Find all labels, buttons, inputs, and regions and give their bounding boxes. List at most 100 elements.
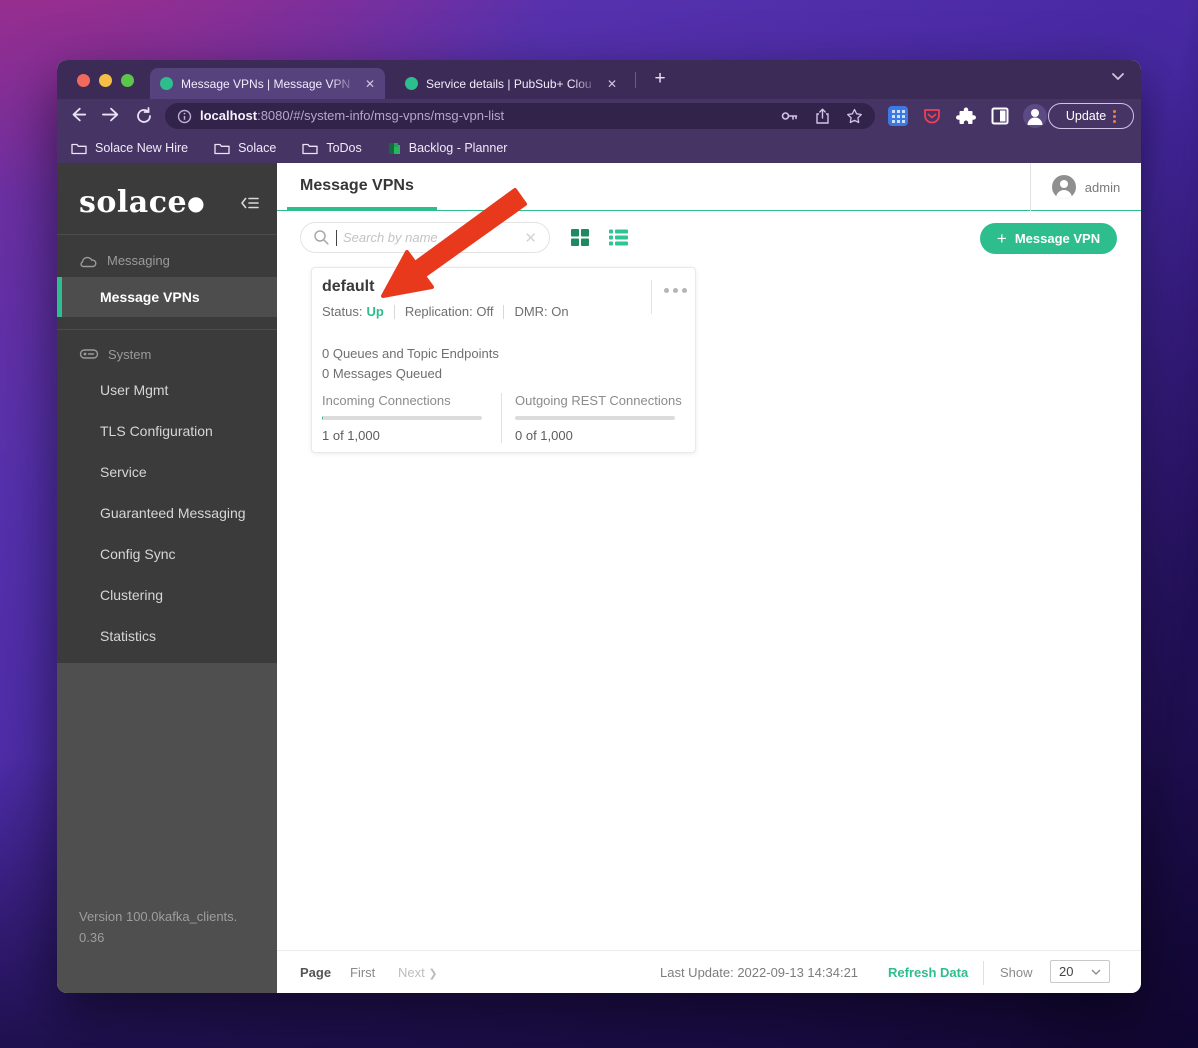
outgoing-rest-connections-bar <box>515 416 675 420</box>
forward-icon[interactable] <box>102 106 121 125</box>
active-tab-indicator <box>287 207 437 210</box>
sidebar-section-messaging: Messaging <box>79 253 170 268</box>
sidebar-item-message-vpns[interactable]: Message VPNs <box>57 277 277 317</box>
first-page-button[interactable]: First <box>350 965 375 980</box>
new-tab-button[interactable]: + <box>647 66 673 92</box>
browser-toolbar: localhost:8080/#/system-info/msg-vpns/ms… <box>57 99 1141 133</box>
extensions-puzzle-icon[interactable] <box>955 105 977 127</box>
site-info-icon[interactable] <box>177 109 192 124</box>
zoom-window-button[interactable] <box>121 74 134 87</box>
update-label: Update <box>1065 109 1107 123</box>
sidebar-section-system: System <box>79 345 151 363</box>
cloud-icon <box>80 256 97 267</box>
system-icon <box>79 349 99 359</box>
solace-logo: solace● <box>79 185 206 220</box>
list-view-icon[interactable] <box>608 228 629 247</box>
tab-divider <box>635 72 636 88</box>
dark-reader-extension-icon[interactable] <box>989 105 1011 127</box>
tab-strip: Message VPNs | Message VPN ✕ Service det… <box>57 60 1141 99</box>
search-box[interactable]: ✕ <box>300 222 550 253</box>
folder-icon <box>214 143 230 154</box>
bookmark-folder-solace[interactable]: Solace <box>214 141 276 155</box>
share-icon[interactable] <box>815 108 830 125</box>
app-sidebar: solace● Messaging Message VPNs System Us… <box>57 163 277 993</box>
vpn-status-row: Status: Up Replication: Off DMR: On <box>322 304 569 319</box>
search-input[interactable] <box>343 230 519 245</box>
minimize-window-button[interactable] <box>99 74 112 87</box>
planner-icon <box>388 142 400 154</box>
sidebar-item-guaranteed-messaging[interactable]: Guaranteed Messaging <box>57 493 277 533</box>
clear-search-icon[interactable]: ✕ <box>524 229 537 247</box>
main-content: Message VPNs admin ✕ <box>277 163 1141 993</box>
tab-service-details[interactable]: Service details | PubSub+ Clou ✕ <box>395 68 627 99</box>
page-label: Page <box>300 965 332 980</box>
tab-favicon <box>160 77 173 90</box>
messages-summary: 0 Messages Queued <box>322 366 442 381</box>
tab-favicon <box>405 77 418 90</box>
desktop: Message VPNs | Message VPN ✕ Service det… <box>0 0 1198 1048</box>
sidebar-item-config-sync[interactable]: Config Sync <box>57 534 277 574</box>
bookmark-folder-solace-new-hire[interactable]: Solace New Hire <box>71 141 188 155</box>
tab-close-icon[interactable]: ✕ <box>607 77 617 91</box>
footer-divider <box>983 961 984 985</box>
vpn-card-default[interactable]: default Status: Up Replication: Off DMR: … <box>311 267 696 453</box>
page-title: Message VPNs <box>300 177 414 194</box>
sidebar-collapse-icon[interactable] <box>239 194 261 212</box>
show-label: Show <box>1000 965 1033 980</box>
create-message-vpn-button[interactable]: + Message VPN <box>980 223 1117 254</box>
page-header: Message VPNs admin <box>277 163 1141 211</box>
browser-menu-icon[interactable] <box>1113 109 1117 123</box>
username: admin <box>1084 179 1121 195</box>
card-options-menu-icon[interactable] <box>651 280 687 314</box>
vpn-name[interactable]: default <box>322 278 374 296</box>
text-caret <box>336 229 337 246</box>
browser-window: Message VPNs | Message VPN ✕ Service det… <box>57 60 1141 993</box>
pagination-footer: Page First Next ❯ Last Update: 2022-09-1… <box>277 950 1141 993</box>
page-size-select[interactable]: 20 <box>1050 960 1110 983</box>
select-chevron-icon <box>1091 969 1101 975</box>
user-avatar-icon <box>1051 175 1076 199</box>
bookmark-folder-todos[interactable]: ToDos <box>302 141 362 155</box>
next-page-button[interactable]: Next ❯ <box>398 965 438 980</box>
back-icon[interactable] <box>69 106 88 125</box>
plus-icon: + <box>996 228 1007 248</box>
tab-title: Message VPNs | Message VPN <box>181 76 351 91</box>
browser-profile-avatar[interactable] <box>1023 104 1047 128</box>
bookmark-star-icon[interactable] <box>846 108 863 124</box>
status-value: Up <box>366 304 384 319</box>
replication-value: Replication: Off <box>404 304 494 319</box>
tab-message-vpns[interactable]: Message VPNs | Message VPN ✕ <box>150 68 385 99</box>
folder-icon <box>302 143 318 154</box>
incoming-connections-metric: Incoming Connections 1 of 1,000 <box>322 393 492 443</box>
tab-search-chevron-icon[interactable] <box>1112 73 1125 81</box>
tab-close-icon[interactable]: ✕ <box>365 77 375 91</box>
bookmarks-bar: Solace New Hire Solace ToDos Backlog - P… <box>57 133 1141 163</box>
sidebar-item-statistics[interactable]: Statistics <box>57 616 277 656</box>
next-chevron-icon: ❯ <box>428 968 438 980</box>
tab-title: Service details | PubSub+ Clou <box>426 76 592 91</box>
window-controls <box>77 74 134 87</box>
close-window-button[interactable] <box>77 74 90 87</box>
apps-grid-extension-icon[interactable] <box>887 105 909 127</box>
grid-view-icon[interactable] <box>570 228 590 247</box>
folder-icon <box>71 143 87 154</box>
refresh-data-button[interactable]: Refresh Data <box>888 965 968 980</box>
password-key-icon[interactable] <box>781 109 799 123</box>
address-bar[interactable]: localhost:8080/#/system-info/msg-vpns/ms… <box>165 103 875 129</box>
sidebar-item-service[interactable]: Service <box>57 452 277 492</box>
reload-icon[interactable] <box>135 106 153 125</box>
sidebar-item-user-mgmt[interactable]: User Mgmt <box>57 370 277 410</box>
version-text: Version 100.0kafka_clients. 0.36 <box>79 909 238 945</box>
queues-summary: 0 Queues and Topic Endpoints <box>322 346 499 361</box>
pocket-extension-icon[interactable] <box>921 105 943 127</box>
sidebar-item-tls-configuration[interactable]: TLS Configuration <box>57 411 277 451</box>
incoming-connections-bar <box>322 416 482 420</box>
sidebar-item-clustering[interactable]: Clustering <box>57 575 277 615</box>
search-icon <box>313 229 330 246</box>
user-menu[interactable]: admin <box>1030 163 1141 211</box>
last-update-text: Last Update: 2022-09-13 14:34:21 <box>660 965 859 980</box>
dmr-value: DMR: On <box>514 304 569 319</box>
chrome-update-button[interactable]: Update <box>1048 103 1134 129</box>
bookmark-backlog-planner[interactable]: Backlog - Planner <box>388 141 507 155</box>
outgoing-rest-connections-metric: Outgoing REST Connections 0 of 1,000 <box>515 393 682 443</box>
